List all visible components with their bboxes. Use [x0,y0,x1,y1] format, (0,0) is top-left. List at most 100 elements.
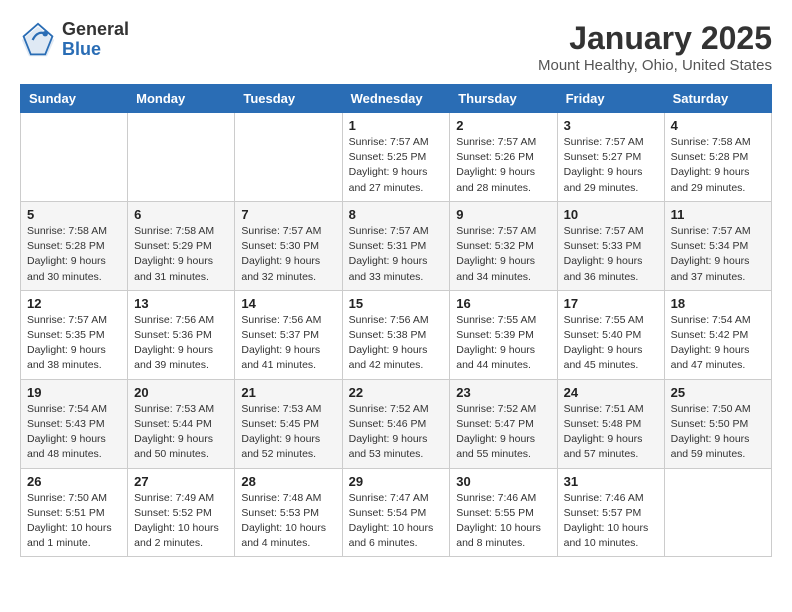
day-info: Sunrise: 7:51 AM Sunset: 5:48 PM Dayligh… [564,402,658,463]
day-info: Sunrise: 7:56 AM Sunset: 5:36 PM Dayligh… [134,313,228,374]
day-number: 27 [134,474,228,489]
calendar-cell: 18 Sunrise: 7:54 AM Sunset: 5:42 PM Dayli… [664,290,771,379]
calendar-cell: 20Sunrise: 7:53 AM Sunset: 5:44 PM Dayli… [128,379,235,468]
day-info: Sunrise: 7:46 AM Sunset: 5:55 PM Dayligh… [456,491,550,552]
day-number: 2 [456,118,550,133]
calendar-cell: 7 Sunrise: 7:57 AM Sunset: 5:30 PM Daylig… [235,201,342,290]
calendar-title: January 2025 [538,20,772,57]
calendar-week-row: 1Sunrise: 7:57 AM Sunset: 5:25 PM Daylig… [21,113,772,202]
day-number: 15 [349,296,444,311]
calendar-cell: 12Sunrise: 7:57 AM Sunset: 5:35 PM Dayli… [21,290,128,379]
calendar-cell: 13 Sunrise: 7:56 AM Sunset: 5:36 PM Dayli… [128,290,235,379]
day-info: Sunrise: 7:57 AM Sunset: 5:34 PM Dayligh… [671,224,765,285]
logo-text: General Blue [62,20,129,60]
weekday-header-thursday: Thursday [450,85,557,113]
day-number: 5 [27,207,121,222]
day-number: 1 [349,118,444,133]
logo-general-text: General [62,20,129,40]
title-block: January 2025 Mount Healthy, Ohio, United… [538,20,772,74]
day-info: Sunrise: 7:58 AM Sunset: 5:28 PM Dayligh… [671,135,765,196]
day-info: Sunrise: 7:57 AM Sunset: 5:26 PM Dayligh… [456,135,550,196]
calendar-cell: 15 Sunrise: 7:56 AM Sunset: 5:38 PM Dayli… [342,290,450,379]
calendar-week-row: 26 Sunrise: 7:50 AM Sunset: 5:51 PM Dayli… [21,468,772,557]
calendar-cell: 29Sunrise: 7:47 AM Sunset: 5:54 PM Dayli… [342,468,450,557]
weekday-header-saturday: Saturday [664,85,771,113]
day-number: 6 [134,207,228,222]
day-number: 4 [671,118,765,133]
calendar-cell: 22 Sunrise: 7:52 AM Sunset: 5:46 PM Dayli… [342,379,450,468]
calendar-cell: 5 Sunrise: 7:58 AM Sunset: 5:28 PM Daylig… [21,201,128,290]
calendar-cell: 28Sunrise: 7:48 AM Sunset: 5:53 PM Dayli… [235,468,342,557]
calendar-cell: 25Sunrise: 7:50 AM Sunset: 5:50 PM Dayli… [664,379,771,468]
day-number: 29 [349,474,444,489]
calendar-cell: 19 Sunrise: 7:54 AM Sunset: 5:43 PM Dayli… [21,379,128,468]
day-info: Sunrise: 7:54 AM Sunset: 5:42 PM Dayligh… [671,313,765,374]
calendar-cell: 11 Sunrise: 7:57 AM Sunset: 5:34 PM Dayli… [664,201,771,290]
calendar-week-row: 19 Sunrise: 7:54 AM Sunset: 5:43 PM Dayli… [21,379,772,468]
logo: General Blue [20,20,129,60]
day-number: 30 [456,474,550,489]
calendar-cell: 1Sunrise: 7:57 AM Sunset: 5:25 PM Daylig… [342,113,450,202]
calendar-cell: 31Sunrise: 7:46 AM Sunset: 5:57 PM Dayli… [557,468,664,557]
weekday-header-sunday: Sunday [21,85,128,113]
day-number: 7 [241,207,335,222]
calendar-cell [21,113,128,202]
day-info: Sunrise: 7:56 AM Sunset: 5:37 PM Dayligh… [241,313,335,374]
day-info: Sunrise: 7:58 AM Sunset: 5:28 PM Dayligh… [27,224,121,285]
weekday-header-friday: Friday [557,85,664,113]
weekday-header-tuesday: Tuesday [235,85,342,113]
calendar-cell: 8 Sunrise: 7:57 AM Sunset: 5:31 PM Daylig… [342,201,450,290]
calendar-cell: 6 Sunrise: 7:58 AM Sunset: 5:29 PM Daylig… [128,201,235,290]
day-info: Sunrise: 7:57 AM Sunset: 5:32 PM Dayligh… [456,224,550,285]
calendar-cell: 4 Sunrise: 7:58 AM Sunset: 5:28 PM Daylig… [664,113,771,202]
day-number: 8 [349,207,444,222]
calendar-cell: 30 Sunrise: 7:46 AM Sunset: 5:55 PM Dayli… [450,468,557,557]
day-info: Sunrise: 7:57 AM Sunset: 5:30 PM Dayligh… [241,224,335,285]
day-number: 23 [456,385,550,400]
calendar-cell: 27 Sunrise: 7:49 AM Sunset: 5:52 PM Dayli… [128,468,235,557]
calendar-cell: 23 Sunrise: 7:52 AM Sunset: 5:47 PM Dayli… [450,379,557,468]
calendar-cell [235,113,342,202]
weekday-header-wednesday: Wednesday [342,85,450,113]
day-number: 19 [27,385,121,400]
logo-blue-text: Blue [62,40,129,60]
day-info: Sunrise: 7:57 AM Sunset: 5:27 PM Dayligh… [564,135,658,196]
day-number: 26 [27,474,121,489]
calendar-cell: 26 Sunrise: 7:50 AM Sunset: 5:51 PM Dayli… [21,468,128,557]
day-info: Sunrise: 7:46 AM Sunset: 5:57 PM Dayligh… [564,491,658,552]
calendar-header-row: SundayMondayTuesdayWednesdayThursdayFrid… [21,85,772,113]
calendar-cell: 9 Sunrise: 7:57 AM Sunset: 5:32 PM Daylig… [450,201,557,290]
day-info: Sunrise: 7:50 AM Sunset: 5:51 PM Dayligh… [27,491,121,552]
day-number: 20 [134,385,228,400]
calendar-cell: 3 Sunrise: 7:57 AM Sunset: 5:27 PM Daylig… [557,113,664,202]
calendar-cell [128,113,235,202]
calendar-cell: 14 Sunrise: 7:56 AM Sunset: 5:37 PM Dayli… [235,290,342,379]
day-info: Sunrise: 7:49 AM Sunset: 5:52 PM Dayligh… [134,491,228,552]
day-number: 12 [27,296,121,311]
calendar-week-row: 5 Sunrise: 7:58 AM Sunset: 5:28 PM Daylig… [21,201,772,290]
day-number: 11 [671,207,765,222]
calendar-subtitle: Mount Healthy, Ohio, United States [538,57,772,74]
day-number: 22 [349,385,444,400]
day-number: 10 [564,207,658,222]
day-number: 3 [564,118,658,133]
day-info: Sunrise: 7:52 AM Sunset: 5:47 PM Dayligh… [456,402,550,463]
day-number: 17 [564,296,658,311]
day-number: 9 [456,207,550,222]
calendar-table: SundayMondayTuesdayWednesdayThursdayFrid… [20,84,772,557]
day-info: Sunrise: 7:57 AM Sunset: 5:33 PM Dayligh… [564,224,658,285]
day-info: Sunrise: 7:54 AM Sunset: 5:43 PM Dayligh… [27,402,121,463]
weekday-header-monday: Monday [128,85,235,113]
day-number: 13 [134,296,228,311]
day-info: Sunrise: 7:52 AM Sunset: 5:46 PM Dayligh… [349,402,444,463]
calendar-week-row: 12Sunrise: 7:57 AM Sunset: 5:35 PM Dayli… [21,290,772,379]
day-number: 21 [241,385,335,400]
day-info: Sunrise: 7:55 AM Sunset: 5:39 PM Dayligh… [456,313,550,374]
day-number: 18 [671,296,765,311]
day-number: 14 [241,296,335,311]
day-info: Sunrise: 7:55 AM Sunset: 5:40 PM Dayligh… [564,313,658,374]
calendar-cell: 21Sunrise: 7:53 AM Sunset: 5:45 PM Dayli… [235,379,342,468]
day-info: Sunrise: 7:56 AM Sunset: 5:38 PM Dayligh… [349,313,444,374]
day-info: Sunrise: 7:58 AM Sunset: 5:29 PM Dayligh… [134,224,228,285]
day-info: Sunrise: 7:57 AM Sunset: 5:31 PM Dayligh… [349,224,444,285]
